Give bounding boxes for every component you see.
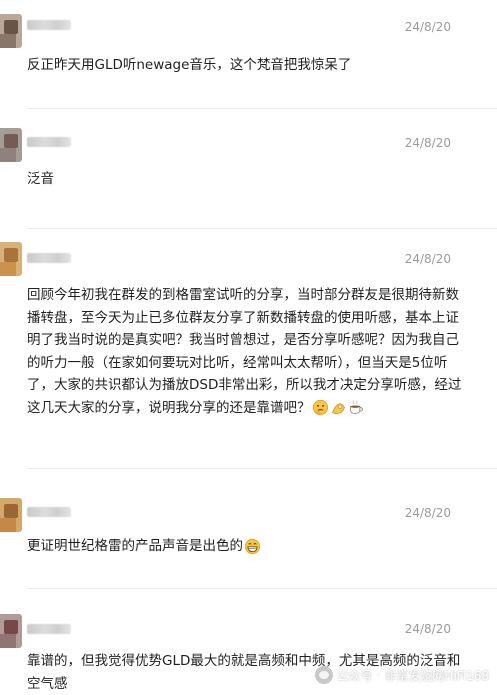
comment-text: 反正昨天用GLD听newage音乐，这个梵音把我惊呆了 — [27, 57, 352, 73]
coffee-icon — [349, 400, 363, 414]
username-blurred — [27, 137, 71, 147]
avatar[interactable] — [0, 498, 22, 532]
username-blurred — [27, 624, 71, 634]
comment-text: 更证明世纪格雷的产品声音是出色的 — [27, 535, 467, 558]
comment-date: 24/8/20 — [404, 622, 451, 636]
comment-date: 24/8/20 — [404, 136, 451, 150]
comment-text-body: 更证明世纪格雷的产品声音是出色的 — [27, 538, 243, 554]
wechat-icon — [314, 666, 333, 684]
username-blurred — [27, 253, 71, 263]
comment-date: 24/8/20 — [404, 506, 451, 520]
divider — [27, 108, 497, 109]
comment-text: 泛音 — [27, 171, 54, 187]
watermark-prefix: 公众号 — [336, 668, 373, 683]
comment-text-body: 回顾今年初我在群发的到格雷室试听的分享，当时部分群友是很期待新数播转盘，至今天为… — [27, 287, 462, 416]
ok-hand-icon — [331, 403, 345, 415]
thinking-face-icon — [312, 399, 328, 416]
comment-text: 回顾今年初我在群发的到格雷室试听的分享，当时部分群友是很期待新数播转盘，至今天为… — [27, 284, 467, 419]
divider — [27, 228, 497, 229]
avatar[interactable] — [0, 128, 22, 162]
watermark-separator: · — [376, 668, 381, 682]
avatar[interactable] — [0, 242, 22, 276]
divider — [27, 468, 497, 469]
username-blurred — [27, 20, 71, 30]
comment-date: 24/8/20 — [404, 252, 451, 266]
divider — [27, 588, 497, 589]
wechat-official-account-watermark: 公众号 · 非常发烧网HiFi168 — [314, 666, 489, 684]
username-blurred — [27, 507, 71, 517]
avatar[interactable] — [0, 614, 22, 648]
watermark-account-name: 非常发烧网HiFi168 — [384, 668, 489, 683]
avatar[interactable] — [0, 14, 22, 48]
comment-date: 24/8/20 — [404, 20, 451, 34]
grinning-face-icon — [244, 538, 261, 554]
